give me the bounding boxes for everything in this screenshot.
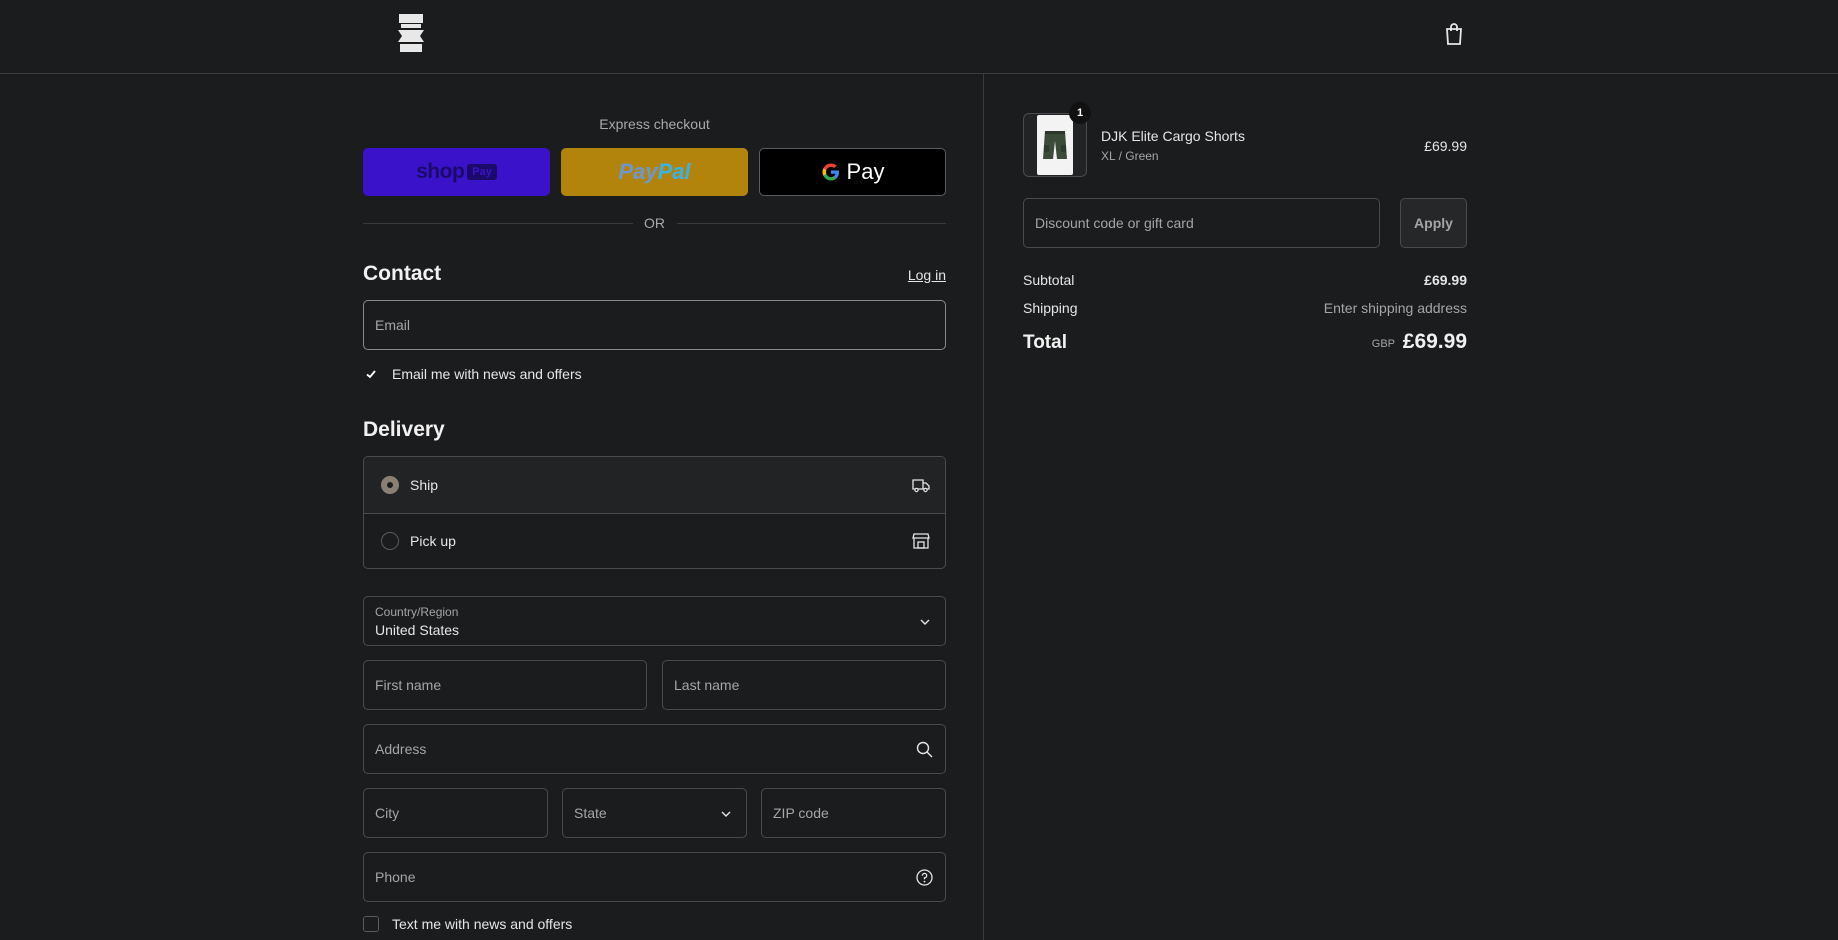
shop-pay-wordmark: shop [416, 160, 465, 183]
phone-input[interactable] [375, 853, 916, 901]
email-news-checkbox[interactable] [363, 366, 379, 382]
shipping-value: Enter shipping address [1323, 300, 1467, 316]
email-news-label: Email me with news and offers [392, 366, 582, 382]
or-label: OR [644, 215, 665, 231]
city-input[interactable] [375, 789, 518, 837]
email-field[interactable] [363, 300, 946, 350]
delivery-option-pickup[interactable]: Pick up [364, 513, 945, 568]
shopping-bag-icon[interactable] [1443, 22, 1465, 46]
google-g-icon [822, 163, 839, 181]
brand-logo-icon[interactable] [396, 14, 426, 52]
shipping-label: Shipping [1023, 300, 1078, 316]
store-icon [912, 533, 930, 549]
checkmark-icon [366, 370, 376, 379]
truck-icon [912, 479, 930, 493]
pickup-label: Pick up [410, 533, 456, 549]
address-field[interactable] [363, 724, 946, 774]
help-circle-icon[interactable] [916, 869, 933, 886]
email-news-checkbox-row[interactable]: Email me with news and offers [363, 366, 582, 382]
first-name-input[interactable] [375, 661, 617, 709]
discount-code-field[interactable] [1023, 198, 1380, 248]
pickup-radio[interactable] [381, 532, 399, 550]
text-news-label: Text me with news and offers [392, 916, 573, 932]
cargo-shorts-image [1043, 131, 1067, 159]
zip-code-input[interactable] [773, 789, 916, 837]
last-name-field[interactable] [662, 660, 946, 710]
first-name-field[interactable] [363, 660, 647, 710]
email-input[interactable] [375, 301, 916, 349]
column-divider [983, 74, 984, 940]
or-separator: OR [363, 215, 946, 231]
product-price: £69.99 [1424, 138, 1467, 154]
delivery-option-ship[interactable]: Ship [364, 457, 945, 514]
paypal-wordmark: PayPal [618, 159, 691, 184]
delivery-title: Delivery [363, 418, 445, 441]
phone-field[interactable] [363, 852, 946, 902]
total-value: £69.99 [1402, 330, 1467, 353]
total-label: Total [1023, 332, 1067, 353]
subtotal-value: £69.99 [1424, 272, 1467, 288]
ship-label: Ship [410, 477, 439, 493]
subtotal-label: Subtotal [1023, 272, 1075, 288]
chevron-down-icon [721, 811, 731, 817]
apply-discount-button[interactable]: Apply [1400, 198, 1467, 248]
product-image [1037, 115, 1073, 175]
product-name: DJK Elite Cargo Shorts [1101, 128, 1245, 144]
product-variant: XL / Green [1101, 149, 1159, 163]
state-placeholder: State [574, 805, 607, 821]
country-value: United States [375, 622, 460, 638]
last-name-input[interactable] [674, 661, 916, 709]
contact-title: Contact [363, 262, 442, 285]
quantity-badge: 1 [1069, 102, 1091, 124]
text-news-checkbox-row[interactable]: Text me with news and offers [363, 916, 572, 932]
zip-code-field[interactable] [761, 788, 946, 838]
country-label: Country/Region [375, 605, 459, 619]
chevron-down-icon [920, 619, 930, 625]
google-pay-button[interactable]: Pay [759, 148, 946, 196]
search-icon [916, 741, 933, 758]
delivery-method-group: Ship Pick up [363, 456, 946, 569]
checkout-header [0, 0, 1838, 74]
text-news-checkbox[interactable] [363, 916, 379, 932]
login-link[interactable]: Log in [908, 267, 946, 283]
city-field[interactable] [363, 788, 548, 838]
address-input[interactable] [375, 725, 916, 773]
ship-radio[interactable] [381, 476, 399, 494]
state-select[interactable]: State [562, 788, 747, 838]
shop-pay-button[interactable]: shop Pay [363, 148, 550, 196]
total-currency: GBP [1371, 338, 1395, 350]
country-select[interactable]: Country/Region United States [363, 596, 946, 646]
google-pay-label: Pay [846, 159, 885, 184]
discount-code-input[interactable] [1035, 199, 1350, 247]
paypal-button[interactable]: PayPal [561, 148, 748, 196]
express-checkout-title: Express checkout [599, 116, 710, 132]
shop-pay-tag: Pay [467, 164, 497, 180]
